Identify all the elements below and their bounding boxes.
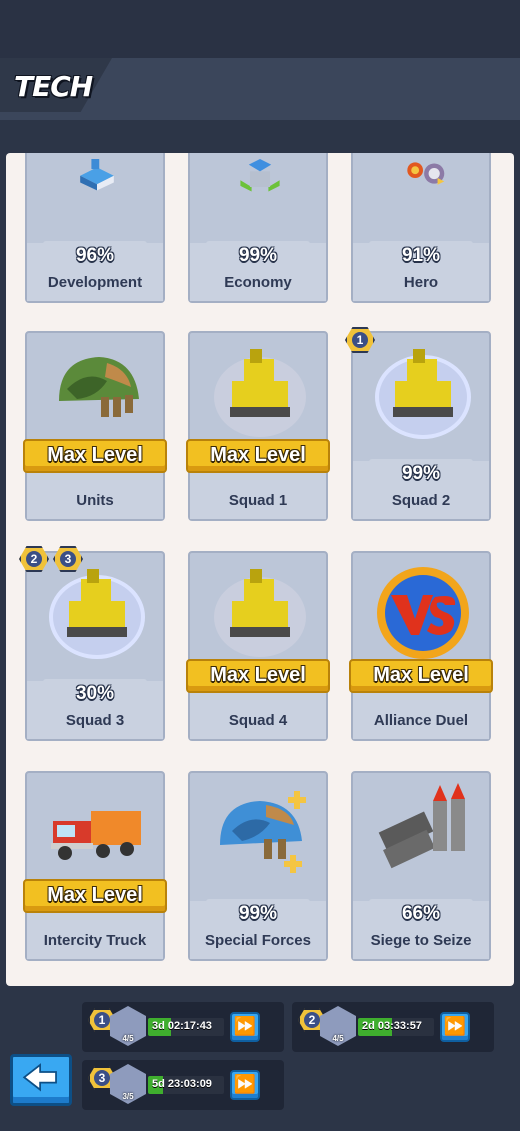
tech-card-squad-2[interactable]: 99% Squad 2	[351, 331, 491, 521]
tech-name: Squad 3	[65, 712, 125, 729]
fast-forward-icon: ⏩	[233, 1016, 257, 1036]
tech-name: Siege to Seize	[370, 932, 472, 949]
speedup-button[interactable]: ⏩	[230, 1070, 260, 1100]
hero-icon	[407, 162, 445, 185]
slot-count: 4/5	[332, 1034, 344, 1043]
progress-label: 30%	[75, 683, 115, 704]
timer-bar: 2d 03:33:57	[358, 1018, 434, 1036]
progress-label: 96%	[75, 245, 115, 266]
tech-name: Development	[47, 274, 143, 291]
tech-card-squad-4[interactable]: Max Level Squad 4	[186, 551, 330, 741]
tech-name: Hero	[403, 274, 439, 291]
max-level-badge: Max Level	[186, 659, 330, 693]
timer-bar: 5d 23:03:09	[148, 1076, 224, 1094]
tech-name: Economy	[224, 274, 292, 291]
tech-name: Alliance Duel	[373, 712, 469, 729]
tank-icon	[214, 569, 306, 657]
economy-building-icon	[240, 159, 280, 192]
max-level-badge: Max Level	[349, 659, 493, 693]
max-level-badge: Max Level	[186, 439, 330, 473]
max-level-badge: Max Level	[23, 439, 167, 473]
progress-label: 99%	[401, 463, 441, 484]
tech-card-special-forces[interactable]: 99% Special Forces	[188, 771, 328, 961]
helmet-plus-icon	[220, 791, 306, 873]
slot-count: 4/5	[122, 1034, 134, 1043]
tech-name: Intercity Truck	[43, 932, 147, 949]
tech-card-economy[interactable]: 99% Economy	[188, 153, 328, 303]
back-button[interactable]	[10, 1054, 72, 1106]
research-queue-slot-3[interactable]: 3 3/5 5d 23:03:09 ⏩	[82, 1060, 284, 1110]
timer-text: 2d 03:33:57	[362, 1020, 422, 1032]
tech-card-intercity-truck[interactable]: Max Level Intercity Truck	[23, 771, 167, 961]
left-arrow-icon	[22, 1063, 57, 1092]
progress-label: 99%	[238, 903, 278, 924]
tech-name: Units	[76, 492, 114, 509]
progress-label: 91%	[401, 245, 441, 266]
tank-icon	[49, 569, 145, 659]
versus-icon	[377, 567, 469, 659]
timer-bar: 3d 02:17:43	[148, 1018, 224, 1036]
tank-icon	[375, 349, 471, 439]
slot-count: 3/5	[122, 1092, 134, 1101]
fast-forward-icon: ⏩	[233, 1074, 257, 1094]
speedup-button[interactable]: ⏩	[230, 1012, 260, 1042]
page-title: TECH	[14, 70, 93, 103]
tech-name: Squad 1	[228, 492, 288, 509]
tech-grid-panel[interactable]: 96% Development 99% Economy 91% Hero Max…	[6, 153, 514, 986]
tech-card-squad-1[interactable]: Max Level Squad 1	[186, 331, 330, 521]
tech-card-alliance-duel[interactable]: Max Level Alliance Duel	[349, 551, 493, 741]
speedup-button[interactable]: ⏩	[440, 1012, 470, 1042]
rocket-launcher-icon	[378, 783, 465, 869]
top-status-bar	[0, 0, 520, 58]
progress-label: 99%	[238, 245, 278, 266]
timer-text: 3d 02:17:43	[152, 1020, 212, 1032]
max-level-badge: Max Level	[23, 879, 167, 913]
tech-card-hero[interactable]: 91% Hero	[351, 153, 491, 303]
tech-card-development[interactable]: 96% Development	[25, 153, 165, 303]
building-icon	[80, 159, 114, 191]
fast-forward-icon: ⏩	[443, 1016, 467, 1036]
tech-name: Squad 2	[391, 492, 451, 509]
tech-card-units[interactable]: Max Level Units	[23, 331, 167, 521]
progress-label: 66%	[401, 903, 441, 924]
timer-text: 5d 23:03:09	[152, 1078, 212, 1090]
tech-name: Special Forces	[205, 932, 311, 949]
tank-icon	[214, 349, 306, 437]
tech-card-siege-to-seize[interactable]: 66% Siege to Seize	[351, 771, 491, 961]
tech-card-squad-3[interactable]: 30% Squad 3	[25, 551, 165, 741]
helmet-icon	[59, 357, 139, 417]
research-queue-slot-2[interactable]: 2 4/5 2d 03:33:57 ⏩	[292, 1002, 494, 1052]
research-queue-slot-1[interactable]: 1 4/5 3d 02:17:43 ⏩	[82, 1002, 284, 1052]
tech-name: Squad 4	[228, 712, 288, 729]
page-header: TECH	[0, 58, 520, 120]
truck-icon	[51, 811, 141, 860]
